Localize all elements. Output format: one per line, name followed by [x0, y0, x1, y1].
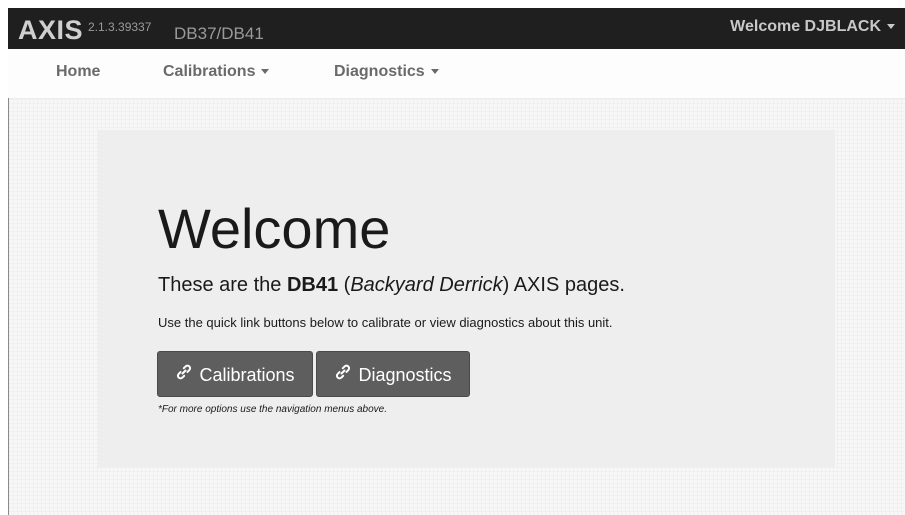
welcome-panel — [98, 130, 835, 468]
diagnostics-button[interactable]: Diagnostics — [316, 351, 470, 397]
calibrations-button[interactable]: Calibrations — [157, 351, 313, 397]
caret-down-icon — [430, 69, 439, 75]
version-number: 2.1.3.39337 — [88, 20, 152, 34]
calibrations-button-label: Calibrations — [199, 365, 295, 385]
main-nav: Home Calibrations Diagnostics — [8, 49, 905, 99]
left-border — [8, 98, 9, 515]
caret-down-icon — [261, 69, 270, 75]
user-menu-label: Welcome DJBLACK — [730, 18, 881, 35]
lead-prefix: These are the — [158, 274, 287, 296]
lead-open: ( — [338, 274, 351, 296]
nav-home[interactable]: Home — [56, 64, 100, 80]
lead-unit: DB41 — [286, 274, 339, 296]
diagnostics-button-label: Diagnostics — [358, 365, 452, 385]
user-menu-dropdown[interactable]: Welcome DJBLACK — [730, 19, 895, 35]
link-icon — [175, 352, 193, 398]
top-navbar: AXIS 2.1.3.39337 DB37/DB41 Welcome DJBLA… — [8, 8, 905, 49]
brand-logo[interactable]: AXIS — [18, 17, 83, 44]
lead-suffix: ) AXIS pages. — [502, 274, 625, 296]
link-icon — [334, 352, 352, 398]
nav-diagnostics-label: Diagnostics — [334, 63, 425, 80]
lead-unit-name: Backyard Derrick — [350, 274, 503, 296]
lead-text: These are the DB41 (Backyard Derrick) AX… — [158, 274, 625, 296]
caret-down-icon — [887, 24, 895, 30]
nav-diagnostics-dropdown[interactable]: Diagnostics — [334, 64, 439, 80]
page: AXIS 2.1.3.39337 DB37/DB41 Welcome DJBLA… — [0, 0, 905, 515]
nav-calibrations-label: Calibrations — [163, 63, 256, 80]
description-text: Use the quick link buttons below to cali… — [158, 315, 613, 330]
unit-path: DB37/DB41 — [174, 24, 264, 43]
page-title: Welcome — [158, 197, 391, 260]
footnote: *For more options use the navigation men… — [158, 404, 388, 415]
nav-calibrations-dropdown[interactable]: Calibrations — [163, 63, 270, 80]
